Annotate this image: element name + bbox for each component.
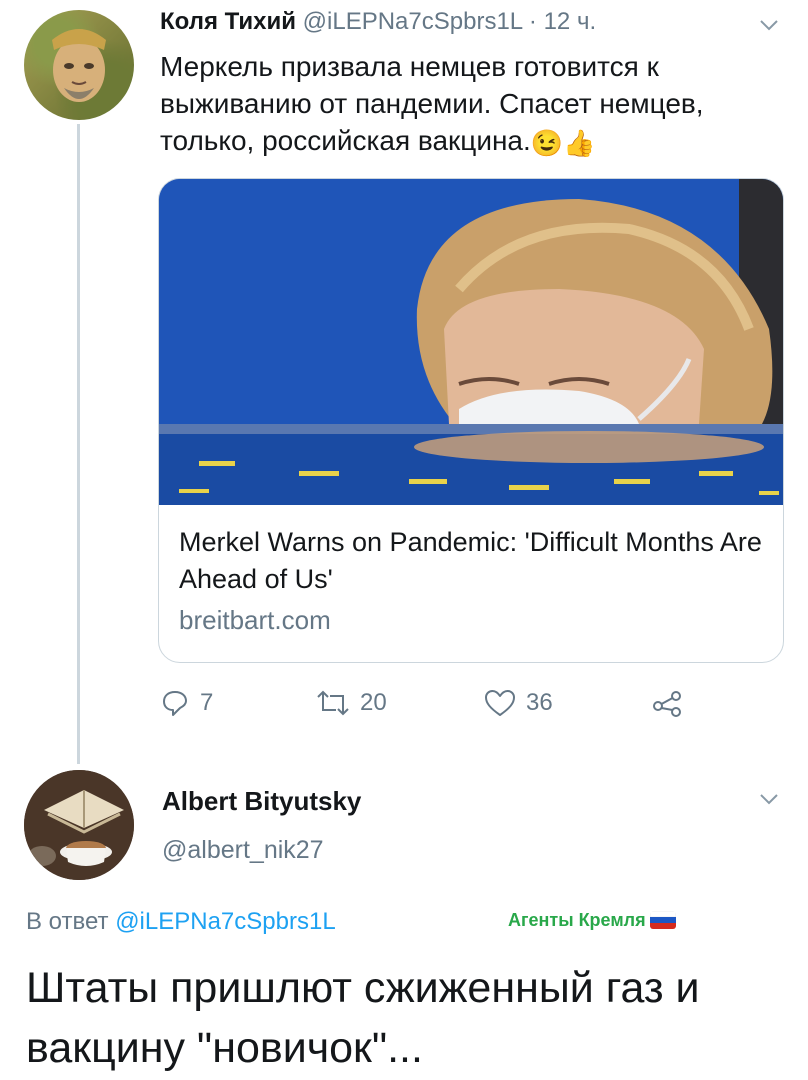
share-icon (653, 691, 681, 717)
card-image (159, 179, 783, 505)
reply-tweet-text: Штаты пришлют сжиженный газ и вакцину "н… (26, 964, 700, 1072)
watermark: Агенты Кремля (508, 910, 676, 931)
tweet-time[interactable]: 12 ч. (544, 8, 597, 35)
link-card[interactable]: Merkel Warns on Pandemic: 'Difficult Mon… (158, 178, 784, 663)
reply-context: В ответ @iLEPNa7cSpbrs1L (26, 908, 336, 936)
author-handle[interactable]: @iLEPNa7cSpbrs1L (303, 8, 523, 35)
reply-prefix: В ответ (26, 908, 116, 935)
thumbs-up-emoji-icon: 👍 (563, 128, 596, 158)
tweet-header: Коля Тихий @iLEPNa7cSpbrs1L · 12 ч. (160, 8, 596, 36)
share-button[interactable] (652, 688, 684, 718)
like-count: 36 (526, 689, 553, 716)
tweet-actions: 7 20 36 (160, 688, 720, 728)
retweet-button[interactable]: 20 (316, 688, 387, 718)
heart-icon (485, 690, 515, 716)
tweet-body: Меркель призвала немцев готовится к выжи… (160, 51, 704, 156)
card-text: Merkel Warns on Pandemic: 'Difficult Mon… (179, 524, 769, 638)
card-domain: breitbart.com (179, 605, 331, 635)
retweet-icon (317, 690, 349, 716)
reply-to-handle-link[interactable]: @iLEPNa7cSpbrs1L (115, 908, 335, 935)
reply-author-avatar[interactable] (24, 770, 134, 880)
card-title: Merkel Warns on Pandemic: 'Difficult Mon… (179, 527, 762, 594)
author-avatar[interactable] (24, 10, 134, 120)
retweet-count: 20 (360, 689, 387, 716)
reply-author-handle[interactable]: @albert_nik27 (162, 836, 324, 865)
reply-author-name[interactable]: Albert Bityutsky (162, 786, 361, 817)
reply-button[interactable]: 7 (160, 688, 213, 718)
author-name[interactable]: Коля Тихий (160, 8, 296, 35)
reply-count: 7 (200, 689, 214, 716)
chevron-down-icon[interactable] (758, 788, 780, 810)
meta-separator: · (522, 8, 544, 35)
chevron-down-icon[interactable] (758, 14, 780, 36)
wink-emoji-icon: 😉 (530, 128, 564, 158)
russian-flag-icon (649, 911, 676, 929)
watermark-text: Агенты Кремля (508, 910, 646, 930)
reply-icon (163, 691, 187, 716)
like-button[interactable]: 36 (484, 688, 553, 718)
tweet-text: Меркель призвала немцев готовится к выжи… (160, 48, 780, 162)
thread-connector-line (77, 124, 80, 764)
